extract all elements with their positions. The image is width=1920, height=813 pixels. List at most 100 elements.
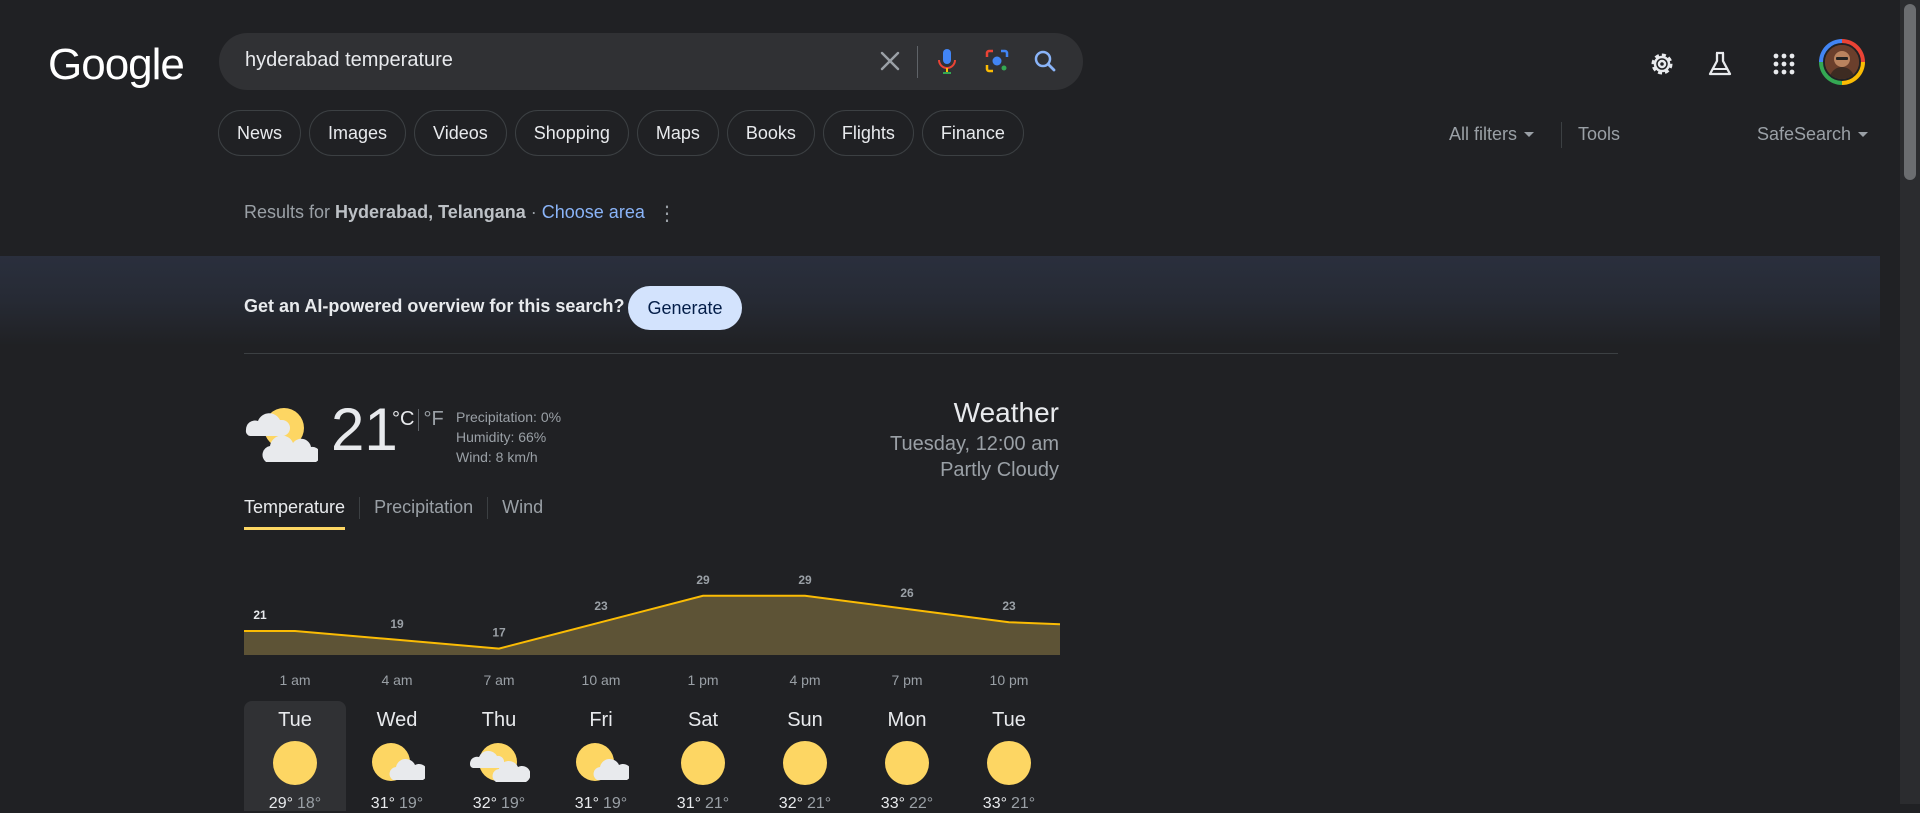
search-box[interactable]: hyderabad temperature bbox=[219, 33, 1083, 90]
tab-finance[interactable]: Finance bbox=[921, 110, 1024, 156]
caret-down-icon bbox=[1858, 131, 1869, 137]
tab-maps[interactable]: Maps bbox=[636, 110, 719, 156]
forecast-day[interactable]: Fri 31° 19° bbox=[550, 701, 652, 813]
forecast-temps: 31° 19° bbox=[371, 795, 423, 813]
tab-videos[interactable]: Videos bbox=[414, 110, 507, 156]
unit-toggle: °C °F bbox=[392, 408, 444, 431]
safesearch-dropdown[interactable]: SafeSearch bbox=[1757, 124, 1869, 145]
tab-divider bbox=[487, 497, 489, 519]
wind-value: Wind: 8 km/h bbox=[456, 449, 538, 465]
forecast-day[interactable]: Mon 33° 22° bbox=[856, 701, 958, 813]
temperature-data-label: 23 bbox=[594, 599, 608, 613]
tab-precipitation[interactable]: Precipitation bbox=[374, 497, 473, 530]
results-prefix: Results for bbox=[244, 202, 336, 222]
sun-icon bbox=[986, 740, 1032, 791]
sun-icon bbox=[884, 740, 930, 791]
lens-icon[interactable] bbox=[981, 45, 1013, 77]
search-input[interactable]: hyderabad temperature bbox=[245, 49, 453, 72]
weather-details: Precipitation: 0% Humidity: 66% Wind: 8 … bbox=[456, 407, 561, 467]
search-icon[interactable] bbox=[1029, 45, 1061, 77]
sun-icon bbox=[272, 740, 318, 791]
scrollbar-thumb[interactable] bbox=[1904, 4, 1916, 180]
forecast-day-name: Sat bbox=[687, 709, 719, 731]
forecast-temps: 31° 21° bbox=[677, 795, 729, 813]
forecast-day[interactable]: Sun 32° 21° bbox=[754, 701, 856, 813]
temperature-data-label: 26 bbox=[900, 586, 914, 600]
time-tick-label: 7 pm bbox=[891, 672, 922, 688]
forecast-day-name: Thu bbox=[481, 709, 517, 731]
temperature-data-label: 23 bbox=[1002, 599, 1016, 613]
forecast-day[interactable]: Thu 32° 19° bbox=[448, 701, 550, 813]
search-tabs: News Images Videos Shopping Maps Books F… bbox=[218, 110, 1024, 156]
tools-label: Tools bbox=[1578, 124, 1621, 144]
apps-grid-icon[interactable] bbox=[1764, 44, 1804, 84]
forecast-temps: 31° 19° bbox=[575, 795, 627, 813]
celsius-unit[interactable]: °C bbox=[392, 408, 414, 430]
weather-datetime: Tuesday, 12:00 am bbox=[890, 433, 1059, 455]
forecast-day[interactable]: Sat 31° 21° bbox=[652, 701, 754, 813]
temperature-data-label: 29 bbox=[798, 573, 812, 587]
tab-books[interactable]: Books bbox=[726, 110, 815, 156]
forecast-day-name: Wed bbox=[376, 709, 418, 731]
all-filters-dropdown[interactable]: All filters bbox=[1449, 124, 1535, 145]
unit-divider bbox=[418, 408, 420, 431]
time-tick-label: 4 am bbox=[381, 672, 412, 688]
forecast-day-name: Sun bbox=[787, 709, 823, 731]
forecast-day-name: Fri bbox=[589, 709, 613, 731]
tab-flights[interactable]: Flights bbox=[822, 110, 914, 156]
forecast-temps: 32° 19° bbox=[473, 795, 525, 813]
temperature-data-label: 19 bbox=[390, 617, 404, 631]
microphone-icon[interactable] bbox=[931, 45, 963, 77]
forecast-day-name: Mon bbox=[887, 709, 927, 731]
results-location: Results for Hyderabad, Telangana · Choos… bbox=[244, 202, 645, 223]
clear-icon[interactable] bbox=[874, 45, 906, 77]
tools-button[interactable]: Tools bbox=[1578, 124, 1620, 145]
ai-overview-prompt: Get an AI-powered overview for this sear… bbox=[244, 296, 625, 316]
current-temperature: 21 bbox=[331, 396, 398, 463]
avatar-photo bbox=[1823, 43, 1861, 81]
divider bbox=[244, 353, 1618, 354]
labs-flask-icon[interactable] bbox=[1700, 44, 1740, 84]
forecast-temps: 33° 21° bbox=[983, 795, 1035, 813]
search-divider bbox=[917, 46, 918, 78]
temperature-data-label: 17 bbox=[492, 626, 506, 640]
forecast-temps: 32° 21° bbox=[779, 795, 831, 813]
forecast-day-name: Tue bbox=[278, 709, 312, 731]
tab-temperature[interactable]: Temperature bbox=[244, 497, 346, 530]
time-tick-label: 1 am bbox=[279, 672, 310, 688]
sun-icon bbox=[680, 740, 726, 791]
humidity-value: Humidity: 66% bbox=[456, 429, 547, 445]
tab-news[interactable]: News bbox=[218, 110, 302, 156]
daily-forecast: Tue 29° 18° Wed 31° 19° Thu 32° 19° Fri 31° 19° Sat 3… bbox=[244, 701, 1060, 813]
tab-images[interactable]: Images bbox=[309, 110, 407, 156]
caret-down-icon bbox=[1524, 131, 1535, 137]
temperature-area bbox=[244, 595, 1060, 655]
choose-area-link[interactable]: Choose area bbox=[542, 202, 645, 222]
time-tick-label: 7 am bbox=[483, 672, 514, 688]
fahrenheit-unit[interactable]: °F bbox=[423, 408, 443, 430]
forecast-day[interactable]: Tue 33° 21° bbox=[958, 701, 1060, 813]
google-logo[interactable]: Google bbox=[48, 40, 185, 90]
forecast-temps: 33° 22° bbox=[881, 795, 933, 813]
forecast-temps: 29° 18° bbox=[269, 795, 321, 813]
temperature-data-label: 29 bbox=[696, 573, 710, 587]
results-separator: · bbox=[525, 202, 542, 222]
tab-wind[interactable]: Wind bbox=[502, 497, 543, 530]
precipitation-value: Precipitation: 0% bbox=[456, 409, 562, 425]
generate-button[interactable]: Generate bbox=[628, 286, 742, 330]
temperature-chart: 21 1 am 19 4 am 17 7 am 23 10 am 29 1 pm 29 4 pm 26 7… bbox=[244, 573, 1060, 688]
time-tick-label: 4 pm bbox=[789, 672, 820, 688]
weather-title: Weather bbox=[953, 397, 1059, 428]
more-options-icon[interactable]: ⋮ bbox=[657, 201, 677, 226]
weather-condition: Partly Cloudy bbox=[940, 459, 1059, 481]
settings-gear-icon[interactable] bbox=[1642, 44, 1682, 84]
account-avatar[interactable] bbox=[1819, 39, 1865, 85]
partly-cloudy-icon bbox=[245, 408, 318, 462]
tab-shopping[interactable]: Shopping bbox=[514, 110, 629, 156]
scrollbar[interactable] bbox=[1900, 0, 1920, 804]
forecast-day[interactable]: Tue 29° 18° bbox=[244, 701, 346, 813]
partly-cloudy-icon bbox=[573, 740, 632, 791]
forecast-day[interactable]: Wed 31° 19° bbox=[346, 701, 448, 813]
all-filters-label: All filters bbox=[1449, 124, 1518, 144]
safesearch-label: SafeSearch bbox=[1757, 124, 1852, 144]
